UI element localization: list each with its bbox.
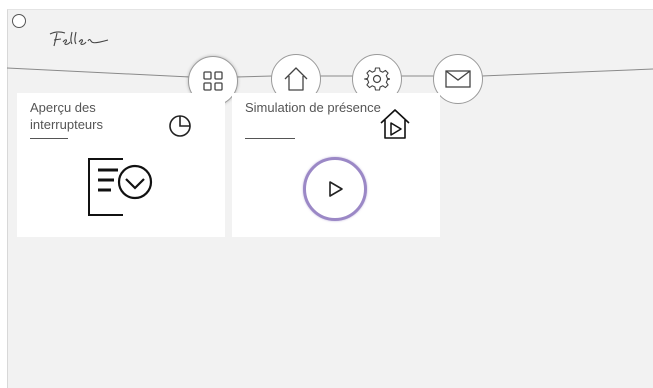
tile-underline (245, 138, 295, 139)
tile-presence-simulation[interactable]: Simulation de présence (232, 93, 440, 237)
gear-icon (364, 67, 390, 91)
tile-underline (30, 138, 68, 139)
house-play-icon (380, 109, 410, 139)
nav-messages-button[interactable] (433, 54, 483, 104)
play-icon (329, 181, 343, 197)
tile-label: Aperçu des interrupteurs (30, 100, 103, 132)
app-window: Aperçu des interrupteurs Simulation de p… (0, 0, 653, 388)
house-icon (284, 67, 308, 91)
play-button[interactable] (303, 157, 367, 221)
pie-chart-icon (169, 115, 191, 137)
tile-switch-overview[interactable]: Aperçu des interrupteurs (17, 93, 225, 237)
feller-logo (49, 31, 109, 47)
list-clock-icon (88, 158, 153, 216)
grid-icon (203, 71, 223, 91)
menu-toggle-button[interactable] (12, 14, 26, 28)
tile-label: Simulation de présence (245, 100, 381, 115)
mail-icon (445, 70, 471, 88)
